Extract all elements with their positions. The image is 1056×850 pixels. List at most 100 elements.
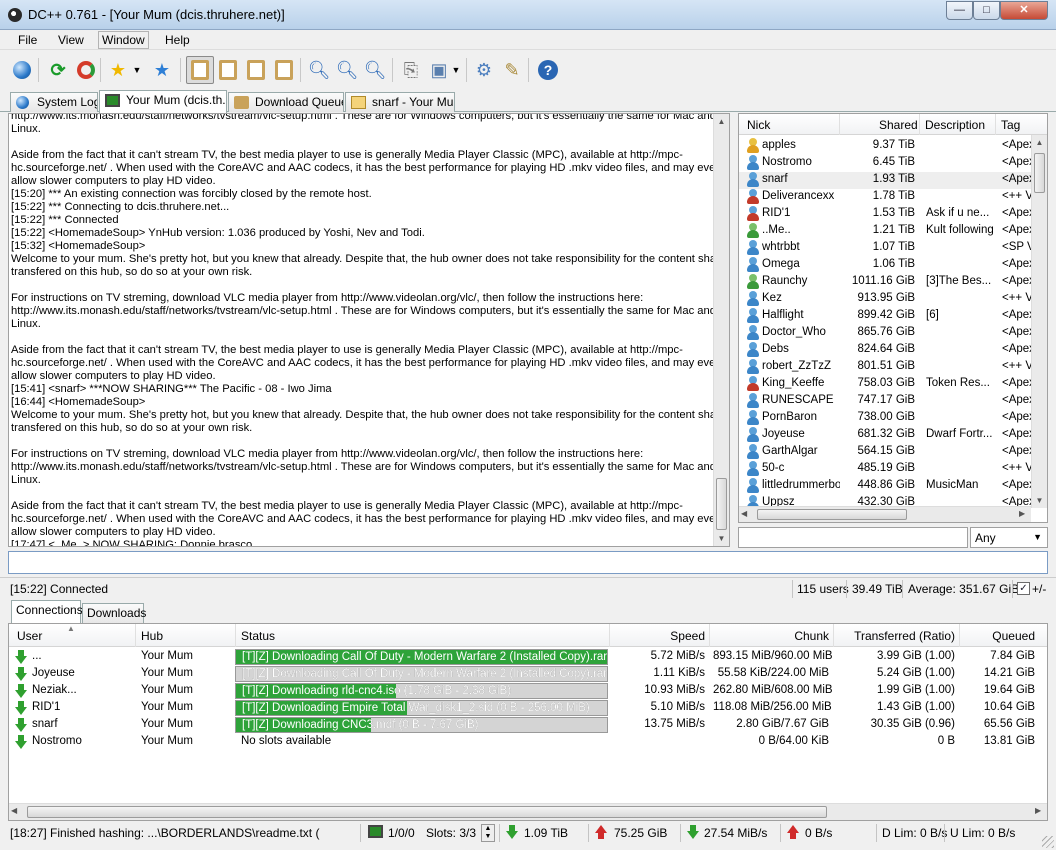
dropdown-icon[interactable]: ▼ — [130, 56, 144, 84]
search-icon[interactable]: 🔍︎ — [305, 56, 333, 84]
user-row[interactable]: Nostromo 6.45 TiB <Apex — [739, 155, 1031, 172]
user-row[interactable]: Joyeuse 681.32 GiB Dwarf Fortr... <Apex — [739, 427, 1031, 444]
user-row[interactable]: ..Me.. 1.21 TiB Kult following <Apex — [739, 223, 1031, 240]
transfer-user: Nostromo — [32, 735, 82, 747]
minimize-button[interactable]: — — [946, 1, 973, 20]
user-row[interactable]: RUNESCAPE 747.17 GiB <Apex — [739, 393, 1031, 410]
user-row[interactable]: Halflight 899.42 GiB [6] <Apex — [739, 308, 1031, 325]
user-filter-input[interactable] — [738, 527, 968, 548]
chat-line: transfered on this hub, so do so at your… — [11, 266, 253, 278]
transfer-row[interactable]: RID'1 Your Mum [T][Z] Downloading Empire T… — [9, 700, 1047, 717]
col-hub[interactable]: Hub — [141, 629, 163, 643]
user-list[interactable]: Nick Shared Description Tag apples 9.37 T… — [738, 113, 1048, 523]
open-filelist-icon[interactable]: ⎘ — [397, 56, 425, 84]
user-shared: 747.17 GiB — [857, 394, 915, 406]
recent-hubs-icon[interactable]: ▣ — [425, 56, 453, 84]
user-row[interactable]: 50-c 485.19 GiB <++ V — [739, 461, 1031, 478]
tab-downloads[interactable]: Downloads — [82, 603, 146, 624]
menu-file[interactable]: File — [18, 33, 37, 47]
col-chunk[interactable]: Chunk — [713, 629, 829, 643]
settings-icon[interactable]: ⚙ — [470, 56, 498, 84]
col-status[interactable]: Status — [241, 629, 275, 643]
col-speed[interactable]: Speed — [613, 629, 705, 643]
download-queue-icon[interactable] — [186, 56, 214, 84]
transfer-list[interactable]: User ▲ Hub Status Speed Chunk Transferre… — [8, 623, 1048, 821]
chat-window[interactable]: http://www.its.monash.edu/staff/networks… — [8, 113, 730, 547]
col-shared[interactable]: Shared — [879, 118, 918, 132]
menu-help[interactable]: Help — [165, 33, 190, 47]
user-icon — [746, 172, 760, 188]
finished-downloads-icon[interactable] — [214, 56, 242, 84]
tab-system-log[interactable]: System Log — [10, 92, 98, 112]
col-nick[interactable]: Nick — [747, 118, 770, 132]
follow-redirect-icon[interactable] — [72, 56, 100, 84]
connect-icon[interactable] — [8, 56, 36, 84]
user-row[interactable]: Deliverancexx 1.78 TiB <++ V — [739, 189, 1031, 206]
menu-window[interactable]: Window — [98, 31, 149, 49]
user-shared: 824.64 GiB — [857, 343, 915, 355]
user-row[interactable]: Kez 913.95 GiB <++ V — [739, 291, 1031, 308]
chat-message-input[interactable] — [8, 551, 1048, 574]
close-button[interactable]: ✕ — [1000, 1, 1048, 20]
user-tag: <Apex — [1002, 224, 1031, 236]
user-shared: 1.93 TiB — [872, 173, 915, 185]
tab-connections[interactable]: Connections — [11, 600, 83, 624]
col-queued[interactable]: Queued — [963, 629, 1035, 643]
tab-download-queue[interactable]: Download Queue — [228, 92, 344, 112]
userlist-toggle-checkbox[interactable]: ✓ — [1017, 582, 1030, 595]
help-icon[interactable]: ? — [534, 56, 562, 84]
col-description[interactable]: Description — [925, 118, 985, 132]
user-row[interactable]: King_Keeffe 758.03 GiB Token Res... <Apex — [739, 376, 1031, 393]
chat-line: Aside from the fact that it can't stream… — [11, 149, 683, 161]
waiting-users-icon[interactable] — [242, 56, 270, 84]
transfer-row[interactable]: Nostromo Your Mum No slots available 0 B/64… — [9, 734, 1047, 751]
chat-scroll-thumb[interactable] — [716, 478, 727, 530]
recent-dropdown-icon[interactable]: ▼ — [450, 56, 462, 84]
transfer-row[interactable]: Neziak... Your Mum [T][Z] Downloading rld-… — [9, 683, 1047, 700]
slots-stepper[interactable]: ▲ ▼ — [481, 824, 495, 842]
user-list-hscrollbar[interactable]: ◀ ▶ — [739, 506, 1031, 522]
finished-uploads-icon[interactable] — [270, 56, 298, 84]
col-user[interactable]: User — [17, 629, 42, 643]
user-row[interactable]: RID'1 1.53 TiB Ask if u ne... <Apex — [739, 206, 1031, 223]
user-row[interactable]: GarthAlgar 564.15 GiB <Apex — [739, 444, 1031, 461]
menu-view[interactable]: View — [58, 33, 84, 47]
favorite-users-icon[interactable]: ★ — [148, 56, 176, 84]
user-row[interactable]: Raunchy 1011.16 GiB [3]The Bes... <Apex — [739, 274, 1031, 291]
resize-grip[interactable] — [1042, 836, 1054, 848]
user-row[interactable]: snarf 1.93 TiB <Apex — [739, 172, 1031, 189]
globe-icon — [16, 96, 29, 109]
user-row[interactable]: robert_ZzTzZ 801.51 GiB <++ V — [739, 359, 1031, 376]
user-row[interactable]: littledrummerboy 448.86 GiB MusicMan <Apex — [739, 478, 1031, 495]
filter-column-select[interactable]: Any ▼ — [970, 527, 1048, 548]
transfer-transferred: 1.99 GiB (1.00) — [877, 684, 955, 696]
tab-your-mum[interactable]: Your Mum (dcis.th... — [99, 90, 227, 113]
transfer-hscrollbar[interactable]: ◀ ▶ — [9, 803, 1047, 820]
user-row[interactable]: whtrbbt 1.07 TiB <SP V — [739, 240, 1031, 257]
user-nick: RUNESCAPE — [762, 394, 834, 406]
user-row[interactable]: Debs 824.64 GiB <Apex — [739, 342, 1031, 359]
transfer-row[interactable]: ... Your Mum [T][Z] Downloading Call Of Du… — [9, 649, 1047, 666]
transfer-transferred: 3.99 GiB (1.00) — [877, 650, 955, 662]
search-spy-icon[interactable]: 🔍︎ — [361, 56, 389, 84]
chat-scrollbar[interactable]: ▲ ▼ — [713, 114, 729, 546]
col-tag[interactable]: Tag — [1001, 118, 1020, 132]
col-transferred[interactable]: Transferred (Ratio) — [837, 629, 955, 643]
user-shared: 9.37 TiB — [872, 139, 915, 151]
reconnect-icon[interactable]: ⟳ — [44, 56, 72, 84]
maximize-button[interactable]: □ — [973, 1, 1000, 20]
adl-search-icon[interactable]: 🔍︎ — [333, 56, 361, 84]
notepad-icon[interactable]: ✎ — [498, 56, 526, 84]
transfer-speed: 5.10 MiB/s — [650, 701, 705, 713]
user-row[interactable]: Omega 1.06 TiB <Apex — [739, 257, 1031, 274]
user-row[interactable]: PornBaron 738.00 GiB <Apex — [739, 410, 1031, 427]
tab-snarf-pm[interactable]: snarf - Your Mum — [345, 92, 455, 112]
user-list-scrollbar[interactable]: ▲ ▼ — [1031, 135, 1047, 508]
user-nick: RID'1 — [762, 207, 791, 219]
transfer-row[interactable]: snarf Your Mum [T][Z] Downloading CNC3.mdf… — [9, 717, 1047, 734]
favorite-hubs-icon[interactable]: ★ — [104, 56, 132, 84]
user-nick: GarthAlgar — [762, 445, 818, 457]
user-row[interactable]: Doctor_Who 865.76 GiB <Apex — [739, 325, 1031, 342]
transfer-row[interactable]: Joyeuse Your Mum [T][Z] Downloading Call O… — [9, 666, 1047, 683]
user-row[interactable]: apples 9.37 TiB <Apex — [739, 138, 1031, 155]
